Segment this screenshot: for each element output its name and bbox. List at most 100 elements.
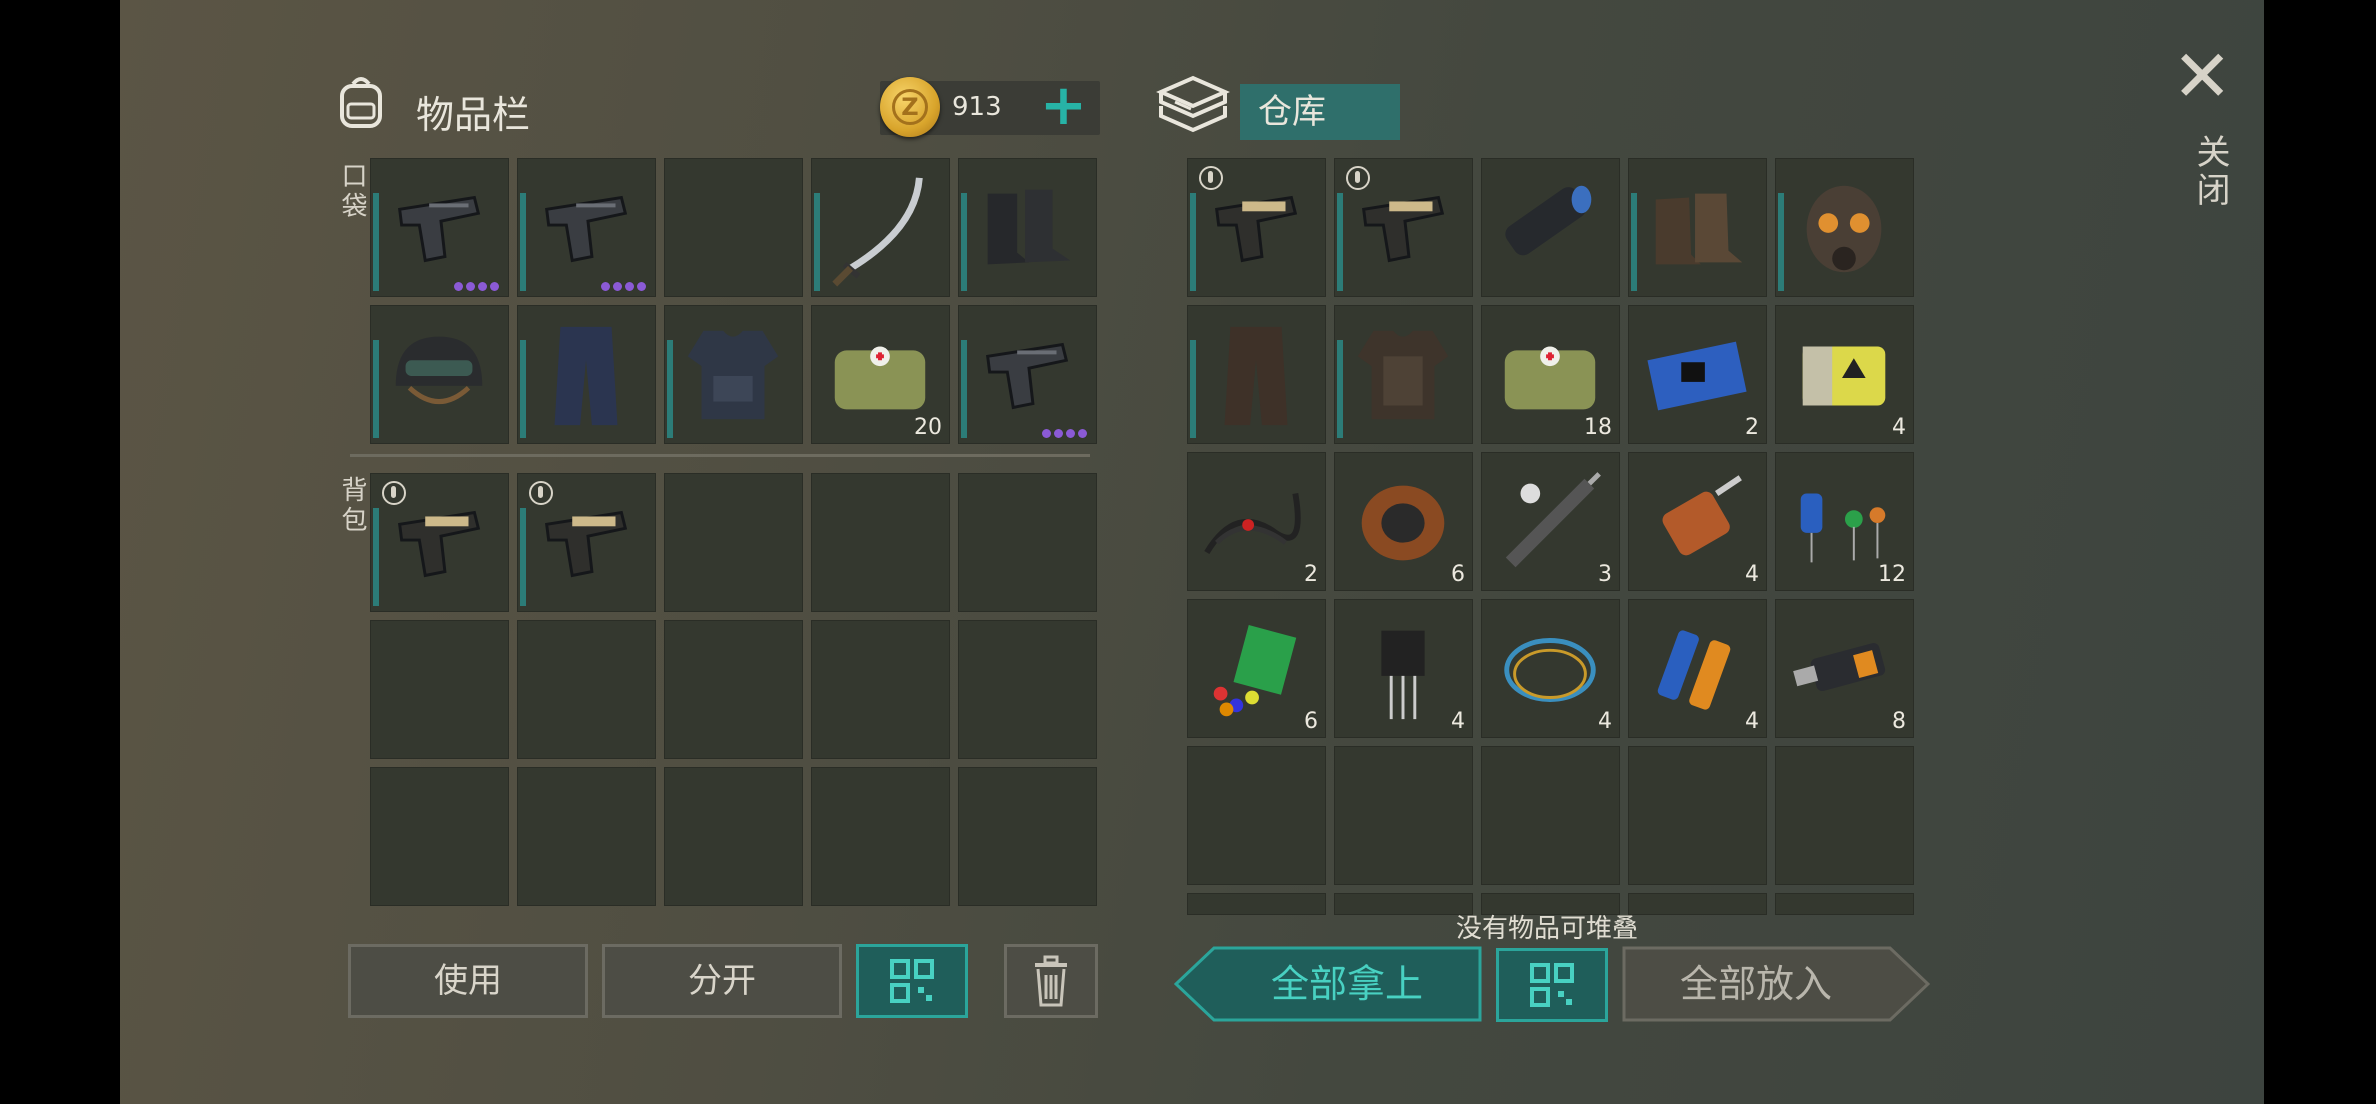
gas-mask-icon bbox=[1785, 170, 1903, 288]
item-slot[interactable]: 8 bbox=[1775, 599, 1914, 738]
item-slot[interactable] bbox=[370, 158, 509, 297]
item-slot[interactable] bbox=[517, 158, 656, 297]
item-count: 2 bbox=[1304, 562, 1318, 587]
pistol-icon bbox=[380, 170, 498, 288]
split-button[interactable]: 分开 bbox=[602, 944, 842, 1018]
item-slot[interactable]: 3 bbox=[1481, 452, 1620, 591]
helmet-icon bbox=[380, 317, 498, 435]
item-slot[interactable]: 4 bbox=[1628, 452, 1767, 591]
use-button[interactable]: 使用 bbox=[348, 944, 588, 1018]
empty-slot[interactable] bbox=[664, 767, 803, 906]
backpack-icon bbox=[338, 74, 384, 130]
item-slot[interactable] bbox=[958, 305, 1097, 444]
item-slot[interactable]: 18 bbox=[1481, 305, 1620, 444]
item-slot[interactable]: 12 bbox=[1775, 452, 1914, 591]
sort-storage-button[interactable] bbox=[1496, 948, 1608, 1022]
empty-slot[interactable] bbox=[811, 620, 950, 759]
section-divider bbox=[350, 454, 1090, 457]
tab-storage[interactable]: 仓库 bbox=[1240, 84, 1400, 140]
item-slot[interactable]: 6 bbox=[1334, 452, 1473, 591]
empty-slot[interactable] bbox=[370, 767, 509, 906]
item-slot[interactable] bbox=[1775, 158, 1914, 297]
empty-slot[interactable] bbox=[811, 473, 950, 612]
item-slot[interactable] bbox=[811, 158, 950, 297]
upgrade-dot bbox=[490, 282, 499, 291]
item-slot[interactable] bbox=[664, 305, 803, 444]
empty-slot[interactable] bbox=[1334, 746, 1473, 885]
item-count: 8 bbox=[1892, 709, 1906, 734]
close-label[interactable]: 关闭 bbox=[2186, 134, 2235, 210]
empty-slot[interactable] bbox=[517, 767, 656, 906]
item-count: 12 bbox=[1878, 562, 1906, 587]
empty-slot[interactable] bbox=[1775, 893, 1914, 915]
empty-slot[interactable] bbox=[1334, 893, 1473, 915]
item-slot[interactable]: 4 bbox=[1334, 599, 1473, 738]
item-count: 2 bbox=[1745, 415, 1759, 440]
item-slot[interactable] bbox=[370, 473, 509, 612]
right-letterbox bbox=[2264, 0, 2376, 1104]
empty-slot[interactable] bbox=[958, 473, 1097, 612]
flashlight-icon bbox=[1491, 170, 1609, 288]
item-slot[interactable] bbox=[1187, 158, 1326, 297]
empty-slot[interactable] bbox=[664, 158, 803, 297]
take-all-button[interactable]: 全部拿上 bbox=[1174, 946, 1482, 1022]
add-coins-button[interactable]: + bbox=[1040, 78, 1087, 134]
empty-slot[interactable] bbox=[1187, 746, 1326, 885]
sort-inventory-button[interactable] bbox=[856, 944, 968, 1018]
item-slot[interactable] bbox=[517, 305, 656, 444]
grid-sort-icon bbox=[890, 959, 934, 1003]
put-all-button[interactable]: 全部放入 bbox=[1622, 946, 1930, 1022]
empty-slot[interactable] bbox=[1481, 746, 1620, 885]
empty-slot[interactable] bbox=[1187, 893, 1326, 915]
empty-slot[interactable] bbox=[1775, 746, 1914, 885]
durability-bar bbox=[1337, 193, 1343, 291]
vest-icon bbox=[674, 317, 792, 435]
empty-slot[interactable] bbox=[958, 620, 1097, 759]
leather-pants-icon bbox=[1197, 317, 1315, 435]
durability-bar bbox=[520, 193, 526, 291]
item-slot[interactable]: 2 bbox=[1628, 305, 1767, 444]
item-slot[interactable]: 4 bbox=[1481, 599, 1620, 738]
wires-icon bbox=[1197, 464, 1315, 582]
empty-slot[interactable] bbox=[958, 767, 1097, 906]
put-all-label: 全部放入 bbox=[1679, 962, 1832, 1006]
pocket-grid: 20 bbox=[370, 158, 1097, 444]
empty-slot[interactable] bbox=[370, 620, 509, 759]
durability-bar bbox=[373, 340, 379, 438]
plastic-scraps-icon bbox=[1197, 611, 1315, 729]
empty-slot[interactable] bbox=[1628, 893, 1767, 915]
empty-slot[interactable] bbox=[664, 473, 803, 612]
item-slot[interactable]: 4 bbox=[1775, 305, 1914, 444]
item-slot[interactable] bbox=[1481, 158, 1620, 297]
empty-slot[interactable] bbox=[517, 620, 656, 759]
item-count: 6 bbox=[1304, 709, 1318, 734]
stack-status: 没有物品可堆叠 bbox=[1456, 914, 1639, 944]
item-count: 4 bbox=[1892, 415, 1906, 440]
storage-box-icon bbox=[1155, 70, 1231, 140]
item-slot[interactable] bbox=[517, 473, 656, 612]
transistor-icon bbox=[1344, 611, 1462, 729]
item-slot[interactable] bbox=[958, 158, 1097, 297]
coin-amount: 913 bbox=[952, 92, 1002, 122]
item-slot[interactable] bbox=[1334, 158, 1473, 297]
item-slot[interactable] bbox=[1187, 305, 1326, 444]
item-slot[interactable]: 2 bbox=[1187, 452, 1326, 591]
batteries-icon bbox=[1638, 611, 1756, 729]
item-slot[interactable] bbox=[1628, 158, 1767, 297]
empty-slot[interactable] bbox=[811, 767, 950, 906]
item-slot[interactable] bbox=[1334, 305, 1473, 444]
item-slot[interactable]: 4 bbox=[1628, 599, 1767, 738]
durability-bar bbox=[814, 193, 820, 291]
inventory-screen: 物品栏 Z 913 + 仓库 ✕ 关闭 口袋 背包 20 18 2 4 2 6 3 4 bbox=[120, 0, 2264, 1104]
item-slot[interactable] bbox=[370, 305, 509, 444]
empty-slot[interactable] bbox=[1628, 746, 1767, 885]
locked-badge-icon bbox=[1199, 166, 1223, 190]
item-slot[interactable]: 20 bbox=[811, 305, 950, 444]
trash-button[interactable] bbox=[1004, 944, 1098, 1018]
empty-slot[interactable] bbox=[664, 620, 803, 759]
close-icon[interactable]: ✕ bbox=[2172, 40, 2232, 112]
item-slot[interactable]: 6 bbox=[1187, 599, 1326, 738]
upgrade-dot bbox=[1042, 429, 1051, 438]
durability-bar bbox=[520, 508, 526, 606]
left-letterbox bbox=[0, 0, 120, 1104]
